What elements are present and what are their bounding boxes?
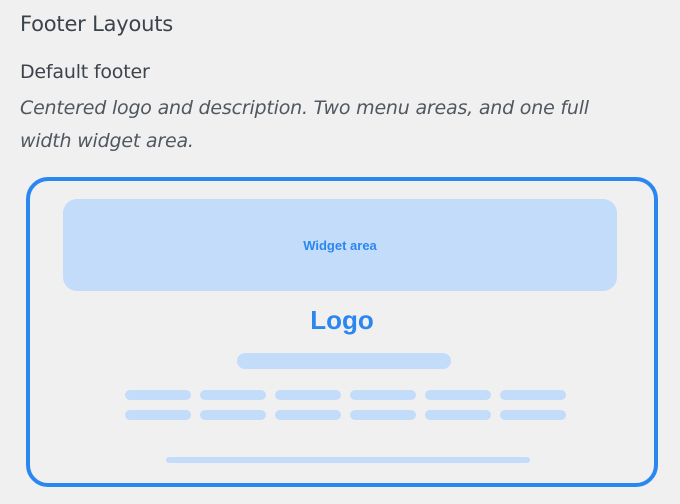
- menu-item-placeholder: [275, 410, 341, 420]
- menu-item-placeholder: [125, 390, 191, 400]
- menu-item-placeholder: [425, 390, 491, 400]
- menu-area-2: [125, 410, 566, 420]
- widget-area-label: Widget area: [303, 237, 377, 253]
- copyright-placeholder-bar: [166, 457, 530, 463]
- widget-area-placeholder: Widget area: [63, 199, 617, 291]
- menu-item-placeholder: [200, 390, 266, 400]
- menu-item-placeholder: [425, 410, 491, 420]
- menu-item-placeholder: [350, 410, 416, 420]
- menu-item-placeholder: [125, 410, 191, 420]
- menu-item-placeholder: [350, 390, 416, 400]
- menu-item-placeholder: [275, 390, 341, 400]
- menu-area-1: [125, 390, 566, 400]
- section-title: Footer Layouts: [20, 12, 174, 36]
- menu-item-placeholder: [500, 410, 566, 420]
- menu-item-placeholder: [500, 390, 566, 400]
- logo-placeholder: Logo: [310, 305, 374, 335]
- option-title: Default footer: [20, 61, 150, 83]
- menu-item-placeholder: [200, 410, 266, 420]
- footer-layout-preview-card[interactable]: Widget area Logo: [26, 177, 658, 487]
- option-description: Centered logo and description. Two menu …: [20, 97, 589, 152]
- description-placeholder-bar: [237, 353, 451, 369]
